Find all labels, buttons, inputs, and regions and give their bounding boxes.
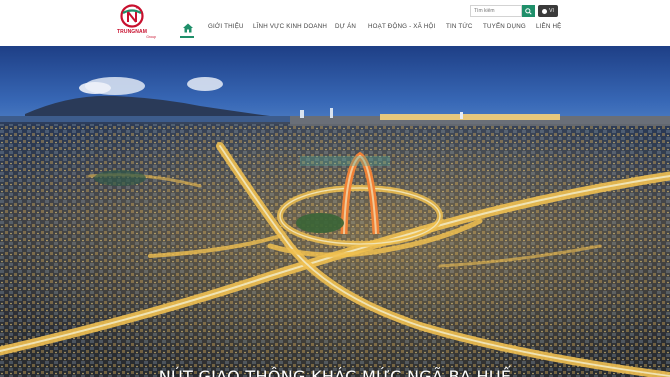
nav-item-careers[interactable]: TUYỂN DỤNG — [483, 22, 526, 32]
main-nav: GIỚI THIỆU LĨNH VỰC KINH DOANH DỰ ÁN HOẠ… — [0, 22, 670, 38]
nav-item-projects[interactable]: DỰ ÁN — [335, 22, 356, 32]
home-icon[interactable] — [183, 23, 193, 33]
nav-item-contact[interactable]: LIÊN HỆ — [536, 22, 561, 32]
language-label: VI — [549, 8, 554, 14]
home-active-indicator — [180, 36, 194, 38]
nav-item-business[interactable]: LĨNH VỰC KINH DOANH — [253, 22, 327, 32]
globe-icon — [542, 8, 548, 14]
nav-item-news[interactable]: TIN TỨC — [446, 22, 473, 32]
search-icon — [525, 7, 532, 15]
nav-item-about[interactable]: GIỚI THIỆU — [208, 22, 244, 32]
language-selector[interactable]: VI — [538, 5, 558, 17]
search-input[interactable] — [470, 5, 522, 17]
nav-item-activities[interactable]: HOẠT ĐỘNG - XÃ HỘI — [368, 22, 435, 32]
hero-image — [0, 46, 670, 377]
search-button[interactable] — [522, 5, 535, 17]
hero-banner: NÚT GIAO THÔNG KHÁC MỨC NGÃ BA HUẾ — [0, 46, 670, 377]
site-header: TRUNGNAM Group VI GIỚI THIỆU LĨNH VỰC KI… — [0, 0, 670, 46]
hero-caption: NÚT GIAO THÔNG KHÁC MỨC NGÃ BA HUẾ — [158, 367, 512, 377]
